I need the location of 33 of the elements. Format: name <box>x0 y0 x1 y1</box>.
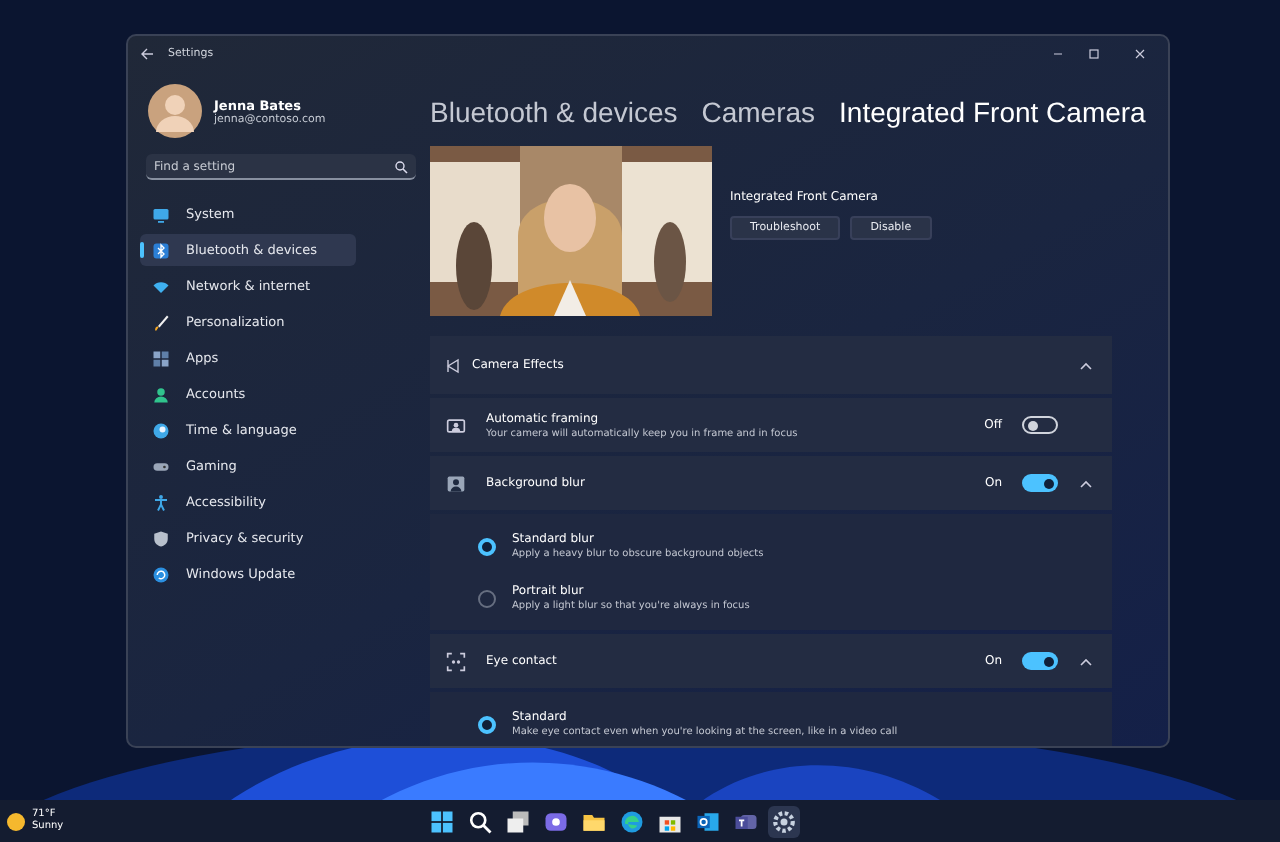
breadcrumb-item: Integrated Front Camera <box>839 96 1146 128</box>
person-icon <box>152 385 170 403</box>
sun-icon[interactable] <box>6 811 26 831</box>
shield-icon <box>152 529 170 547</box>
toggle-switch[interactable] <box>1022 652 1058 670</box>
portrait-icon <box>446 473 466 493</box>
radio-button[interactable] <box>478 715 496 733</box>
gamepad-icon <box>152 457 170 475</box>
brush-icon <box>152 313 170 331</box>
minimize-icon[interactable] <box>1052 48 1064 60</box>
bluetooth-icon <box>152 241 170 259</box>
breadcrumb-item[interactable]: Cameras <box>701 96 816 128</box>
chevron-icon[interactable] <box>1078 475 1094 491</box>
update-icon <box>152 565 170 583</box>
breadcrumb-item[interactable]: Bluetooth & devices <box>430 96 678 128</box>
radio-button[interactable] <box>478 537 496 555</box>
wifi-icon <box>152 277 170 295</box>
radio-button[interactable] <box>478 589 496 607</box>
apps-icon <box>152 349 170 367</box>
framing-icon <box>446 415 466 435</box>
globe-icon <box>152 421 170 439</box>
effects-icon <box>446 357 460 373</box>
settings-icon[interactable] <box>768 805 800 837</box>
avatar <box>148 84 202 138</box>
accessibility-icon <box>152 493 170 511</box>
search-icon[interactable] <box>394 160 408 174</box>
toggle-switch[interactable] <box>1022 416 1058 434</box>
back-icon[interactable] <box>140 48 154 60</box>
eye-contact-icon <box>446 651 466 671</box>
chevron-icon[interactable] <box>1078 357 1094 373</box>
monitor-icon <box>152 205 170 223</box>
toggle-switch[interactable] <box>1022 474 1058 492</box>
chevron-icon[interactable] <box>1078 653 1094 669</box>
